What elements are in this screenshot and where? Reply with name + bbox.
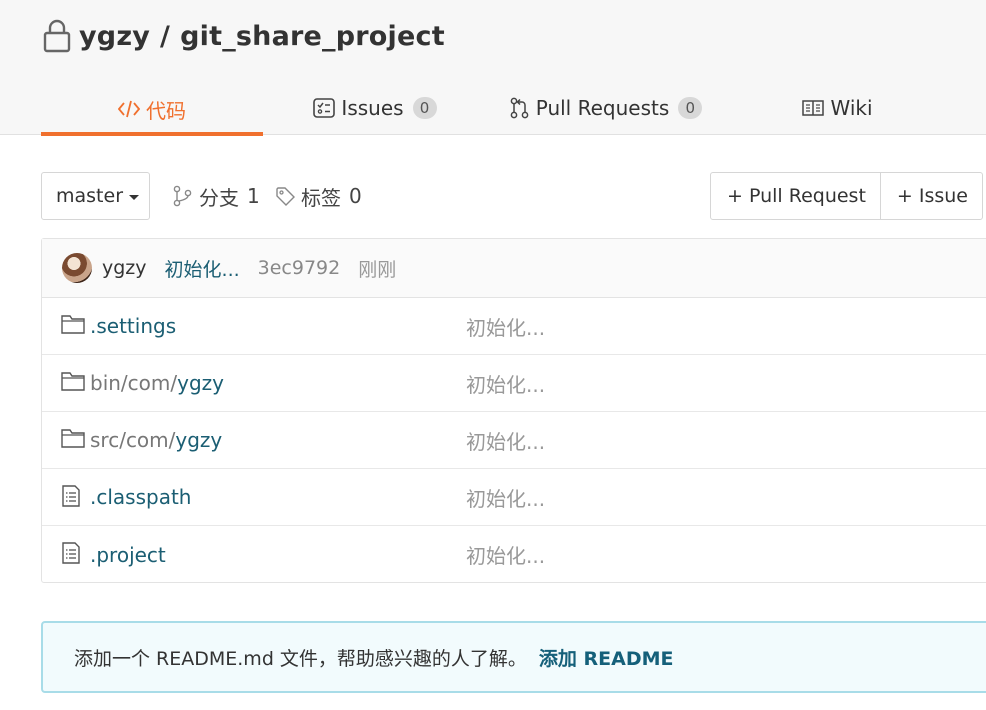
tab-wiki[interactable]: Wiki	[790, 82, 885, 134]
table-row[interactable]: bin/com/ygzy 初始化...	[42, 355, 986, 412]
file-icon	[62, 485, 80, 507]
repo-name-link[interactable]: git_share_project	[180, 21, 445, 52]
file-commit-message[interactable]: 初始化...	[466, 312, 545, 341]
tab-code-label: 代码	[146, 98, 186, 123]
avatar[interactable]	[62, 253, 92, 283]
repo-owner-link[interactable]: ygzy	[79, 21, 150, 52]
repo-separator: /	[160, 20, 171, 52]
issues-icon	[313, 98, 336, 118]
add-readme-link[interactable]: 添加 README	[539, 644, 674, 671]
table-row[interactable]: .project 初始化...	[42, 526, 986, 583]
branches-label: 分支	[199, 185, 239, 210]
chevron-down-icon	[129, 194, 140, 200]
commit-author[interactable]: ygzy	[102, 257, 147, 279]
new-pull-request-button[interactable]: + Pull Request	[711, 173, 880, 219]
file-name-link[interactable]: .settings	[90, 314, 176, 338]
branch-icon	[173, 185, 192, 207]
lock-icon	[43, 19, 71, 53]
branches-count: 1	[247, 184, 260, 208]
file-commit-message[interactable]: 初始化...	[466, 369, 545, 398]
tab-pull-requests[interactable]: Pull Requests 0	[500, 82, 712, 134]
file-name-link[interactable]: src/com/ygzy	[90, 428, 222, 452]
tags-link[interactable]: 标签 0	[275, 182, 362, 210]
pull-requests-count-badge: 0	[678, 97, 703, 119]
issues-count-badge: 0	[412, 97, 437, 119]
branch-name: master	[56, 185, 124, 207]
tag-icon	[276, 187, 295, 206]
commit-hash[interactable]: 3ec9792	[258, 257, 341, 279]
commit-message[interactable]: 初始化...	[165, 255, 240, 282]
tab-issues[interactable]: Issues 0	[300, 82, 450, 134]
new-actions-group: + Pull Request + Issue	[710, 172, 983, 220]
folder-icon	[61, 315, 85, 334]
file-name-link[interactable]: .classpath	[90, 485, 191, 509]
folder-icon	[61, 429, 85, 448]
tab-wiki-label: Wiki	[830, 96, 873, 120]
readme-prompt: 添加一个 README.md 文件，帮助感兴趣的人了解。 添加 README	[41, 621, 986, 693]
tab-pull-requests-label: Pull Requests	[535, 96, 670, 120]
code-icon	[118, 100, 140, 118]
readme-hint: 添加一个 README.md 文件，帮助感兴趣的人了解。	[74, 647, 527, 670]
folder-icon	[61, 372, 85, 391]
repo-title: ygzy / git_share_project	[42, 16, 445, 56]
repo-header: ygzy / git_share_project 代码 Issues 0 Pul…	[0, 0, 986, 136]
tab-issues-label: Issues	[341, 96, 404, 120]
tab-code[interactable]: 代码	[41, 82, 263, 136]
commit-time: 刚刚	[358, 258, 397, 281]
file-name-link[interactable]: .project	[90, 543, 166, 567]
tags-count: 0	[349, 184, 362, 208]
file-commit-message[interactable]: 初始化...	[466, 426, 545, 455]
tags-label: 标签	[301, 185, 341, 210]
new-issue-button[interactable]: + Issue	[879, 173, 982, 219]
file-commit-message[interactable]: 初始化...	[466, 483, 545, 512]
table-row[interactable]: .classpath 初始化...	[42, 469, 986, 526]
branches-link[interactable]: 分支 1	[173, 182, 260, 210]
latest-commit-bar: ygzy 初始化... 3ec9792 刚刚	[42, 239, 986, 298]
pull-request-icon	[510, 97, 529, 119]
table-row[interactable]: .settings 初始化...	[42, 298, 986, 355]
branch-selector[interactable]: master	[41, 172, 150, 220]
file-commit-message[interactable]: 初始化...	[466, 540, 545, 569]
table-row[interactable]: src/com/ygzy 初始化...	[42, 412, 986, 469]
file-name-link[interactable]: bin/com/ygzy	[90, 371, 224, 395]
file-list: ygzy 初始化... 3ec9792 刚刚 .settings 初始化... …	[41, 238, 986, 583]
file-icon	[62, 542, 80, 564]
wiki-book-icon	[802, 100, 825, 116]
